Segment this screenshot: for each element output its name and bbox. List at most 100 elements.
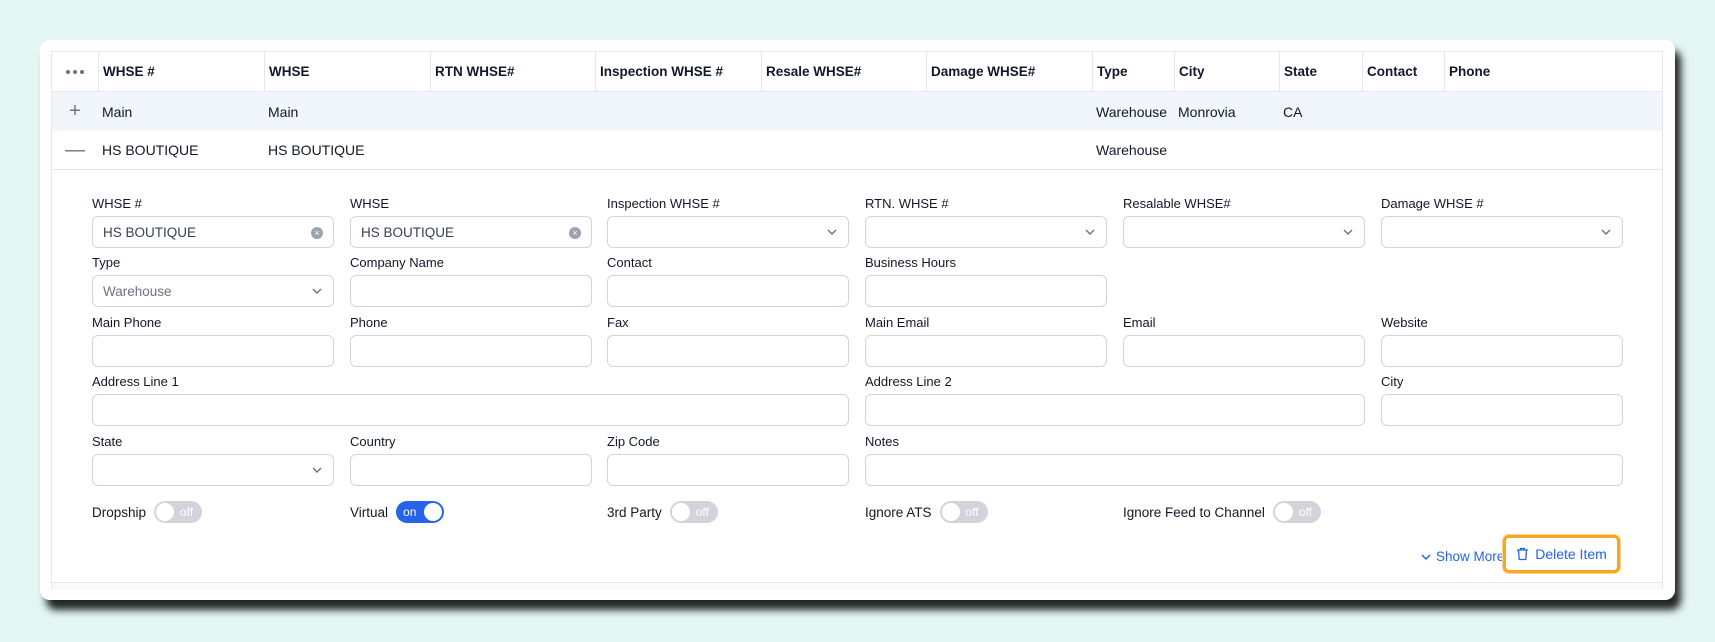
resalable-whse-select[interactable] (1123, 216, 1365, 248)
table-row[interactable]: + Main Main Warehouse Monrovia CA (52, 92, 1662, 131)
collapse-row-button[interactable]: — (52, 131, 98, 169)
cell-whse: HS BOUTIQUE (268, 142, 365, 158)
zip-code-input[interactable] (607, 454, 849, 486)
business-hours-field: Business Hours (865, 255, 1107, 307)
type-select[interactable]: Warehouse (92, 275, 334, 307)
whse-field: WHSE HS BOUTIQUE × (350, 196, 592, 248)
delete-item-label: Delete Item (1535, 546, 1607, 562)
cell-state: CA (1283, 103, 1303, 120)
trash-icon (1517, 547, 1529, 561)
expand-row-button[interactable]: + (52, 92, 98, 131)
damage-whse-select[interactable] (1381, 216, 1623, 248)
main-phone-input[interactable] (92, 335, 334, 367)
ignore-ats-toggle-group: Ignore ATS off (865, 501, 988, 523)
show-more-button[interactable]: Show More (1420, 549, 1504, 564)
country-input[interactable] (350, 454, 592, 486)
company-name-label: Company Name (350, 255, 444, 270)
whse-input[interactable]: HS BOUTIQUE × (350, 216, 592, 248)
main-email-input[interactable] (865, 335, 1107, 367)
business-hours-input[interactable] (865, 275, 1107, 307)
more-dots-icon (66, 69, 84, 74)
notes-input[interactable] (865, 454, 1623, 486)
column-header-whse-no[interactable]: WHSE # (98, 52, 264, 91)
resalable-whse-field: Resalable WHSE# (1123, 196, 1365, 248)
chevron-down-icon (1343, 229, 1353, 235)
toggle-knob (156, 503, 175, 521)
website-input[interactable] (1381, 335, 1623, 367)
city-input[interactable] (1381, 394, 1623, 426)
chevron-down-icon (1085, 229, 1095, 235)
address-line-2-input[interactable] (865, 394, 1365, 426)
rtn-whse-select[interactable] (865, 216, 1107, 248)
phone-label: Phone (350, 315, 388, 330)
column-header-inspection-whse[interactable]: Inspection WHSE # (595, 52, 761, 91)
toggle-state: off (179, 505, 194, 519)
whse-no-label: WHSE # (92, 196, 142, 211)
virtual-label: Virtual (350, 504, 389, 520)
table-row[interactable]: — HS BOUTIQUE HS BOUTIQUE Warehouse (52, 131, 1662, 170)
virtual-toggle-group: Virtual on (350, 501, 445, 523)
whse-no-value: HS BOUTIQUE (103, 224, 197, 240)
grid-header: WHSE # WHSE RTN WHSE# Inspection WHSE # … (52, 52, 1662, 92)
dropship-toggle[interactable]: off (154, 501, 203, 523)
whse-no-field: WHSE # HS BOUTIQUE × (92, 196, 334, 248)
column-header-contact[interactable]: Contact (1362, 52, 1444, 91)
toggle-knob (1274, 503, 1293, 521)
virtual-toggle[interactable]: on (396, 501, 445, 523)
phone-field: Phone (350, 315, 592, 367)
address-line-1-input[interactable] (92, 394, 849, 426)
cell-whse-no: Main (102, 103, 133, 120)
ignore-ats-toggle[interactable]: off (939, 501, 988, 523)
column-menu-button[interactable] (52, 52, 98, 91)
fax-input[interactable] (607, 335, 849, 367)
third-party-label: 3rd Party (607, 504, 662, 520)
column-header-state[interactable]: State (1279, 52, 1362, 91)
phone-input[interactable] (350, 335, 592, 367)
city-label: City (1381, 374, 1404, 389)
business-hours-label: Business Hours (865, 255, 957, 270)
main-email-label: Main Email (865, 315, 930, 330)
rtn-whse-label: RTN. WHSE # (865, 196, 949, 211)
ignore-ats-label: Ignore ATS (865, 504, 932, 520)
fax-label: Fax (607, 315, 629, 330)
cell-type: Warehouse (1096, 142, 1168, 158)
zip-code-label: Zip Code (607, 434, 660, 449)
third-party-toggle[interactable]: off (669, 501, 718, 523)
column-header-phone[interactable]: Phone (1444, 52, 1662, 91)
whse-no-input[interactable]: HS BOUTIQUE × (92, 216, 334, 248)
whse-value: HS BOUTIQUE (361, 224, 455, 240)
company-name-input[interactable] (350, 275, 592, 307)
notes-field: Notes (865, 434, 1623, 486)
column-header-type[interactable]: Type (1092, 52, 1174, 91)
state-label: State (92, 434, 123, 449)
cell-whse-no: HS BOUTIQUE (102, 142, 199, 158)
chevron-down-icon (312, 467, 322, 473)
clear-icon[interactable]: × (569, 227, 581, 239)
column-header-city[interactable]: City (1174, 52, 1279, 91)
cell-whse: Main (268, 103, 299, 120)
resalable-whse-label: Resalable WHSE# (1123, 196, 1231, 211)
ignore-feed-toggle[interactable]: off (1272, 501, 1321, 523)
column-header-rtn-whse[interactable]: RTN WHSE# (430, 52, 595, 91)
column-header-resale-whse[interactable]: Resale WHSE# (761, 52, 926, 91)
chevron-down-icon (312, 288, 322, 294)
clear-icon[interactable]: × (311, 227, 323, 239)
email-input[interactable] (1123, 335, 1365, 367)
city-field: City (1381, 374, 1623, 426)
zip-code-field: Zip Code (607, 434, 849, 486)
column-header-whse[interactable]: WHSE (264, 52, 430, 91)
dropship-label: Dropship (92, 504, 147, 520)
column-header-damage-whse[interactable]: Damage WHSE# (926, 52, 1092, 91)
chevron-down-icon (827, 229, 837, 235)
website-label: Website (1381, 315, 1428, 330)
state-select[interactable] (92, 454, 334, 486)
cell-city: Monrovia (1178, 103, 1236, 120)
type-value: Warehouse (103, 283, 172, 299)
contact-field: Contact (607, 255, 849, 307)
contact-input[interactable] (607, 275, 849, 307)
inspection-whse-select[interactable] (607, 216, 849, 248)
row-detail-panel: WHSE # HS BOUTIQUE × WHSE HS BOUTIQUE × … (52, 171, 1662, 591)
address-line-1-label: Address Line 1 (92, 374, 179, 389)
rtn-whse-field: RTN. WHSE # (865, 196, 1107, 248)
delete-item-button[interactable]: Delete Item (1503, 535, 1620, 573)
